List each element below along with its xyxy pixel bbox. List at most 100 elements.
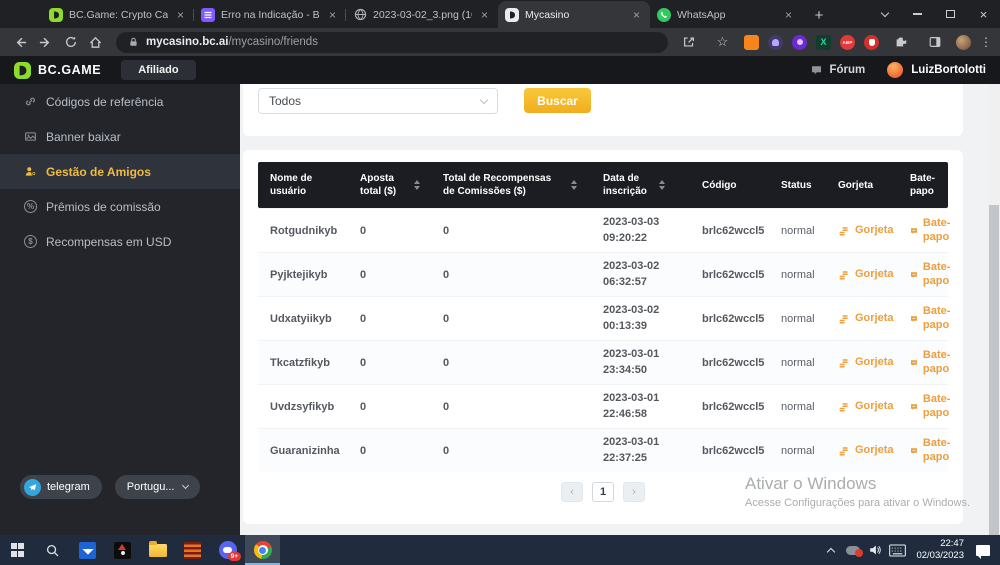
keyboard-icon[interactable]: [886, 535, 908, 565]
side-panel-icon[interactable]: [922, 31, 947, 53]
filter-select[interactable]: Todos: [258, 88, 498, 114]
next-page-button[interactable]: ›: [623, 482, 645, 502]
table-row: Tkcatzfikyb 0 0 2023-03-01 23:34:50 brlc…: [258, 340, 948, 384]
prev-page-button[interactable]: ‹: [561, 482, 583, 502]
close-window-button[interactable]: ×: [967, 0, 1000, 28]
tab-close-icon[interactable]: ×: [630, 8, 643, 22]
phantom-wallet-icon[interactable]: [768, 35, 783, 50]
browser-menu-icon[interactable]: ⋮: [980, 35, 992, 49]
excel-extension-icon[interactable]: X: [816, 35, 831, 50]
row-code: brlc62wccl5: [702, 401, 781, 413]
action-center-icon[interactable]: [976, 545, 990, 556]
new-tab-button[interactable]: +: [806, 2, 832, 28]
tab-erro-indicacao[interactable]: Erro na Indicação - BC.Game ×: [194, 1, 346, 28]
chrome-button[interactable]: [245, 535, 280, 565]
language-selector[interactable]: Portugu...: [115, 475, 200, 499]
profile-avatar[interactable]: [956, 35, 971, 50]
orange-app-button[interactable]: [175, 535, 210, 565]
row-code: brlc62wccl5: [702, 225, 781, 237]
back-icon[interactable]: [8, 31, 33, 53]
tab-close-icon[interactable]: ×: [782, 8, 795, 22]
tab-mycasino-active[interactable]: Mycasino ×: [498, 1, 650, 28]
site-header: BC.GAME Afiliado Fórum LuizBortolotti: [0, 56, 1000, 84]
adblock-plus-icon[interactable]: ABP: [840, 35, 855, 50]
tip-button[interactable]: Gorjeta: [838, 444, 910, 458]
onedrive-error-icon[interactable]: [842, 535, 864, 565]
search-button[interactable]: Buscar: [524, 88, 591, 113]
minimize-button[interactable]: [901, 0, 934, 28]
chat-button[interactable]: Bate-papo: [910, 305, 956, 333]
tip-button[interactable]: Gorjeta: [838, 356, 910, 370]
tab-close-icon[interactable]: ×: [478, 8, 491, 22]
col-bet-total[interactable]: Aposta total ($): [360, 172, 443, 198]
taskbar-search-button[interactable]: [35, 535, 70, 565]
address-bar[interactable]: mycasino.bc.ai /mycasino/friends: [116, 32, 668, 53]
bcgame-logo[interactable]: BC.GAME: [14, 62, 101, 79]
col-commissions[interactable]: Total de Recompensas de Comissões ($): [443, 172, 603, 198]
coins-icon: [838, 401, 850, 413]
user-avatar[interactable]: [887, 62, 903, 78]
tab-png-image[interactable]: 2023-03-02_3.png (1024×76 ×: [346, 1, 498, 28]
chat-button[interactable]: Bate-papo: [910, 393, 956, 421]
discord-button[interactable]: 9+: [210, 535, 245, 565]
afiliado-tab[interactable]: Afiliado: [121, 60, 195, 80]
row-bet-total: 0: [360, 269, 443, 281]
tab-close-icon[interactable]: ×: [174, 8, 187, 22]
forum-link[interactable]: Fórum: [810, 64, 865, 76]
current-page[interactable]: 1: [592, 482, 614, 502]
chat-button[interactable]: Bate-papo: [910, 217, 956, 245]
tip-button[interactable]: Gorjeta: [838, 268, 910, 282]
file-explorer-button[interactable]: [140, 535, 175, 565]
sort-icon[interactable]: [414, 180, 420, 190]
sidebar-item-recompensas-usd[interactable]: $ Recompensas em USD: [0, 224, 240, 259]
sidebar-item-banner-baixar[interactable]: Banner baixar: [0, 119, 240, 154]
telegram-button[interactable]: telegram: [20, 475, 102, 499]
tip-button[interactable]: Gorjeta: [838, 224, 910, 238]
chat-bubble-icon: [910, 313, 918, 325]
coins-icon: [838, 269, 850, 281]
purple-extension-icon[interactable]: [792, 35, 807, 50]
share-icon[interactable]: [676, 31, 701, 53]
table-row: Udxatyiikyb 0 0 2023-03-02 00:13:39 brlc…: [258, 296, 948, 340]
page-scrollbar[interactable]: [988, 84, 1000, 535]
tab-close-icon[interactable]: ×: [326, 8, 339, 22]
sidebar-item-codigos-referencia[interactable]: Códigos de referência: [0, 84, 240, 119]
sidebar-item-gestao-amigos[interactable]: Gestão de Amigos: [0, 154, 240, 189]
amd-software-button[interactable]: [70, 535, 105, 565]
sort-icon[interactable]: [659, 180, 665, 190]
taskbar-clock[interactable]: 22:47 02/03/2023: [908, 538, 972, 562]
scrollbar-thumb[interactable]: [989, 205, 999, 535]
maximize-button[interactable]: [934, 0, 967, 28]
tab-search-chevron-icon[interactable]: [868, 0, 901, 28]
row-code: brlc62wccl5: [702, 445, 781, 457]
telegram-icon: [24, 479, 41, 496]
bookmark-star-icon[interactable]: ☆: [710, 31, 735, 53]
tab-title: 2023-03-02_3.png (1024×76: [373, 9, 472, 21]
main-content: Todos Buscar Nome de usuário Aposta tota…: [240, 84, 988, 535]
sidebar-item-premios-comissao[interactable]: % Prêmios de comissão: [0, 189, 240, 224]
home-icon[interactable]: [83, 31, 108, 53]
tab-bcgame-casino[interactable]: BC.Game: Crypto Casino Gan ×: [42, 1, 194, 28]
chat-button[interactable]: Bate-papo: [910, 349, 956, 377]
chat-button[interactable]: Bate-papo: [910, 261, 956, 289]
tip-button[interactable]: Gorjeta: [838, 400, 910, 414]
tab-whatsapp[interactable]: WhatsApp ×: [650, 1, 802, 28]
browser-tabstrip: BC.Game: Crypto Casino Gan × Erro na Ind…: [0, 0, 1000, 28]
start-button[interactable]: [0, 535, 35, 565]
extensions-puzzle-icon[interactable]: [888, 31, 913, 53]
forward-icon[interactable]: [33, 31, 58, 53]
row-signup-date: 2023-03-03 09:20:22: [603, 215, 702, 247]
sort-icon[interactable]: [571, 180, 577, 190]
tray-chevron-up-icon[interactable]: [820, 535, 842, 565]
metamask-icon[interactable]: [744, 35, 759, 50]
reload-icon[interactable]: [58, 31, 83, 53]
blocker-hand-icon[interactable]: [864, 35, 879, 50]
table-row: Uvdzsyfikyb 0 0 2023-03-01 22:46:58 brlc…: [258, 384, 948, 428]
user-name[interactable]: LuizBortolotti: [911, 64, 986, 76]
tip-button[interactable]: Gorjeta: [838, 312, 910, 326]
url-domain: mycasino.bc.ai: [146, 36, 228, 48]
speaker-icon[interactable]: [864, 535, 886, 565]
game-app-button[interactable]: [105, 535, 140, 565]
chat-button[interactable]: Bate-papo: [910, 437, 956, 465]
col-signup-date[interactable]: Data de inscrição: [603, 172, 702, 198]
